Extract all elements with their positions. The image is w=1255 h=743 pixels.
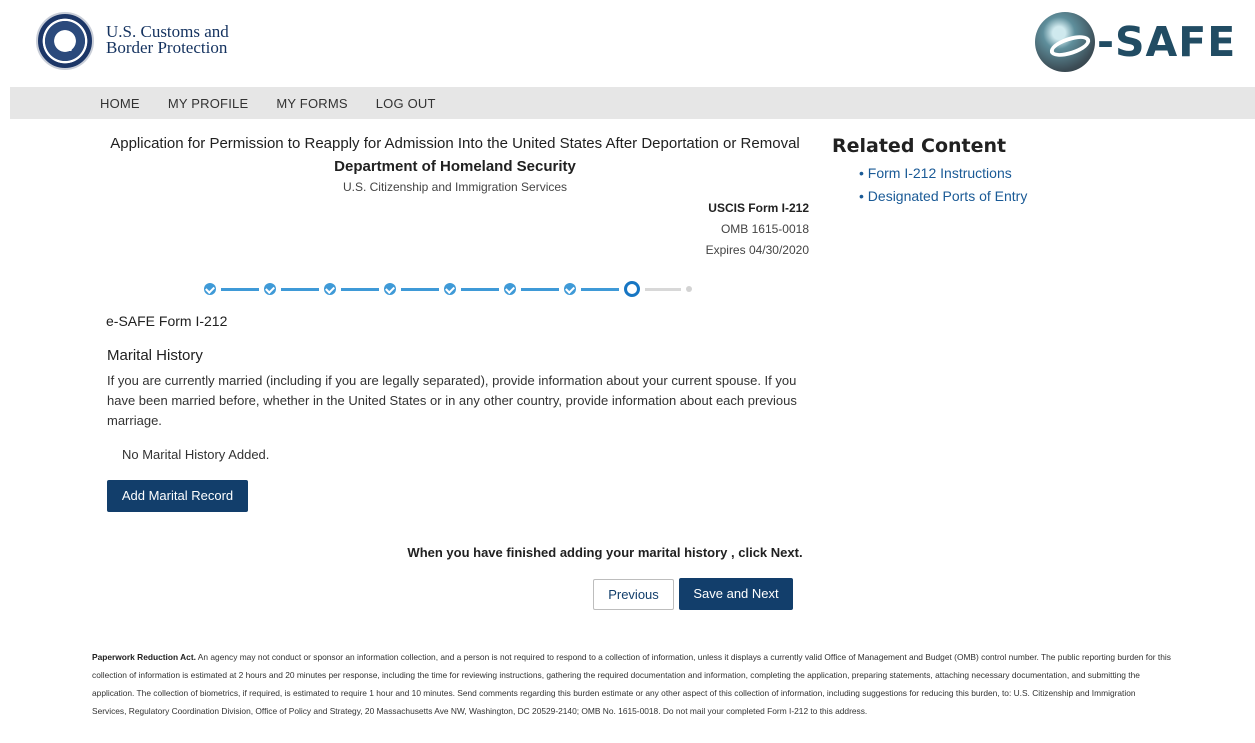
form-meta: USCIS Form I-212 OMB 1615-0018 Expires 0… bbox=[600, 198, 809, 261]
related-content: Related Content Form I-212 Instructions … bbox=[832, 134, 1152, 208]
related-link-item: Form I-212 Instructions bbox=[859, 162, 1152, 185]
step-complete-check-icon[interactable] bbox=[504, 283, 516, 295]
esafe-logo[interactable]: -SAFE bbox=[1035, 12, 1236, 72]
form-title-block: Application for Permission to Reapply fo… bbox=[100, 134, 810, 196]
link-designated-ports-of-entry[interactable]: Designated Ports of Entry bbox=[868, 188, 1028, 204]
step-connector bbox=[221, 287, 259, 291]
paperwork-reduction-notice: Paperwork Reduction Act. An agency may n… bbox=[92, 648, 1172, 720]
omb-number: OMB 1615-0018 bbox=[720, 222, 809, 236]
link-form-i212-instructions[interactable]: Form I-212 Instructions bbox=[868, 165, 1012, 181]
step-connector bbox=[581, 287, 619, 291]
step-current-icon bbox=[624, 281, 640, 297]
site-header: U.S. Customs and Border Protection -SAFE bbox=[0, 0, 1255, 87]
subagency-name: U.S. Citizenship and Immigration Service… bbox=[342, 180, 568, 194]
step-connector bbox=[401, 287, 439, 291]
finish-instruction: When you have finished adding your marit… bbox=[407, 545, 803, 560]
nav-my-profile[interactable]: MY PROFILE bbox=[168, 96, 249, 111]
main-nav: HOME MY PROFILE MY FORMS LOG OUT bbox=[10, 87, 1255, 119]
step-connector bbox=[341, 287, 379, 291]
previous-button[interactable]: Previous bbox=[593, 579, 674, 610]
step-pending-icon bbox=[686, 286, 692, 292]
step-complete-check-icon[interactable] bbox=[264, 283, 276, 295]
step-connector bbox=[281, 287, 319, 291]
related-link-item: Designated Ports of Entry bbox=[859, 185, 1152, 208]
section-description: If you are currently married (including … bbox=[107, 373, 797, 428]
related-content-title: Related Content bbox=[832, 135, 1007, 157]
agency-name[interactable]: U.S. Customs and Border Protection bbox=[106, 23, 229, 57]
step-complete-check-icon[interactable] bbox=[444, 283, 456, 295]
step-complete-check-icon[interactable] bbox=[384, 283, 396, 295]
step-complete-check-icon[interactable] bbox=[204, 283, 216, 295]
form-heading: e-SAFE Form I-212 bbox=[106, 313, 228, 329]
empty-state-message: No Marital History Added. bbox=[122, 447, 270, 462]
nav-home[interactable]: HOME bbox=[100, 96, 140, 111]
agency-name-line2: Border Protection bbox=[106, 38, 228, 57]
paperwork-text: An agency may not conduct or sponsor an … bbox=[92, 652, 1171, 716]
department-name: Department of Homeland Security bbox=[334, 158, 576, 175]
form-number: USCIS Form I-212 bbox=[708, 201, 809, 215]
esafe-brand-text: -SAFE bbox=[1097, 18, 1237, 66]
progress-stepper bbox=[204, 281, 692, 297]
eagle-icon bbox=[57, 31, 75, 51]
add-marital-record-button[interactable]: Add Marital Record bbox=[107, 480, 248, 512]
nav-log-out[interactable]: LOG OUT bbox=[376, 96, 436, 111]
step-connector bbox=[461, 287, 499, 291]
dhs-seal-icon[interactable] bbox=[36, 12, 94, 70]
expiration-date: Expires 04/30/2020 bbox=[705, 243, 809, 257]
paperwork-label: Paperwork Reduction Act. bbox=[92, 652, 196, 662]
page-title: Application for Permission to Reapply fo… bbox=[110, 135, 800, 152]
globe-icon bbox=[1035, 12, 1095, 72]
step-connector-pending bbox=[645, 287, 681, 291]
save-and-next-button[interactable]: Save and Next bbox=[679, 578, 793, 610]
step-connector bbox=[521, 287, 559, 291]
nav-my-forms[interactable]: MY FORMS bbox=[276, 96, 347, 111]
related-links: Form I-212 Instructions Designated Ports… bbox=[832, 162, 1152, 208]
step-complete-check-icon[interactable] bbox=[324, 283, 336, 295]
section-title: Marital History bbox=[107, 347, 203, 364]
step-complete-check-icon[interactable] bbox=[564, 283, 576, 295]
